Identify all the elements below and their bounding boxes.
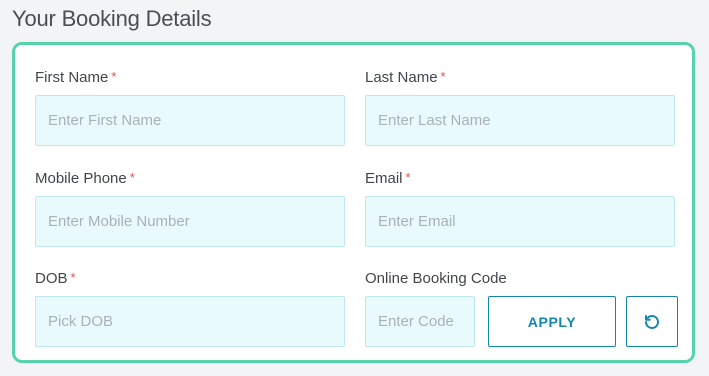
apply-button[interactable]: APPLY: [488, 296, 616, 347]
first-name-input[interactable]: [35, 95, 345, 146]
email-label-text: Email: [365, 170, 403, 187]
dob-label-text: DOB: [35, 270, 68, 287]
reset-button[interactable]: [626, 296, 678, 347]
last-name-label: Last Name *: [365, 69, 446, 86]
mobile-phone-label-text: Mobile Phone: [35, 170, 127, 187]
required-star: *: [129, 170, 135, 185]
required-star: *: [405, 170, 411, 185]
email-label: Email *: [365, 170, 411, 187]
reset-icon: [643, 313, 661, 331]
required-star: *: [70, 270, 76, 285]
first-name-label: First Name *: [35, 69, 116, 86]
mobile-phone-input[interactable]: [35, 196, 345, 247]
booking-details-card: First Name* Last Name* Mobile Phone* Ema…: [12, 42, 695, 363]
booking-code-label: Online Booking Code: [365, 270, 507, 287]
last-name-input[interactable]: [365, 95, 675, 146]
dob-input[interactable]: [35, 296, 345, 347]
last-name-label-text: Last Name: [365, 69, 438, 86]
first-name-label-text: First Name: [35, 69, 109, 86]
required-star: *: [440, 69, 446, 84]
booking-code-input[interactable]: [365, 296, 475, 347]
required-star: *: [111, 69, 117, 84]
booking-code-label-text: Online Booking Code: [365, 270, 507, 287]
mobile-phone-label: Mobile Phone *: [35, 170, 135, 187]
dob-label: DOB *: [35, 270, 76, 287]
page-title: Your Booking Details: [12, 6, 212, 31]
email-input[interactable]: [365, 196, 675, 247]
